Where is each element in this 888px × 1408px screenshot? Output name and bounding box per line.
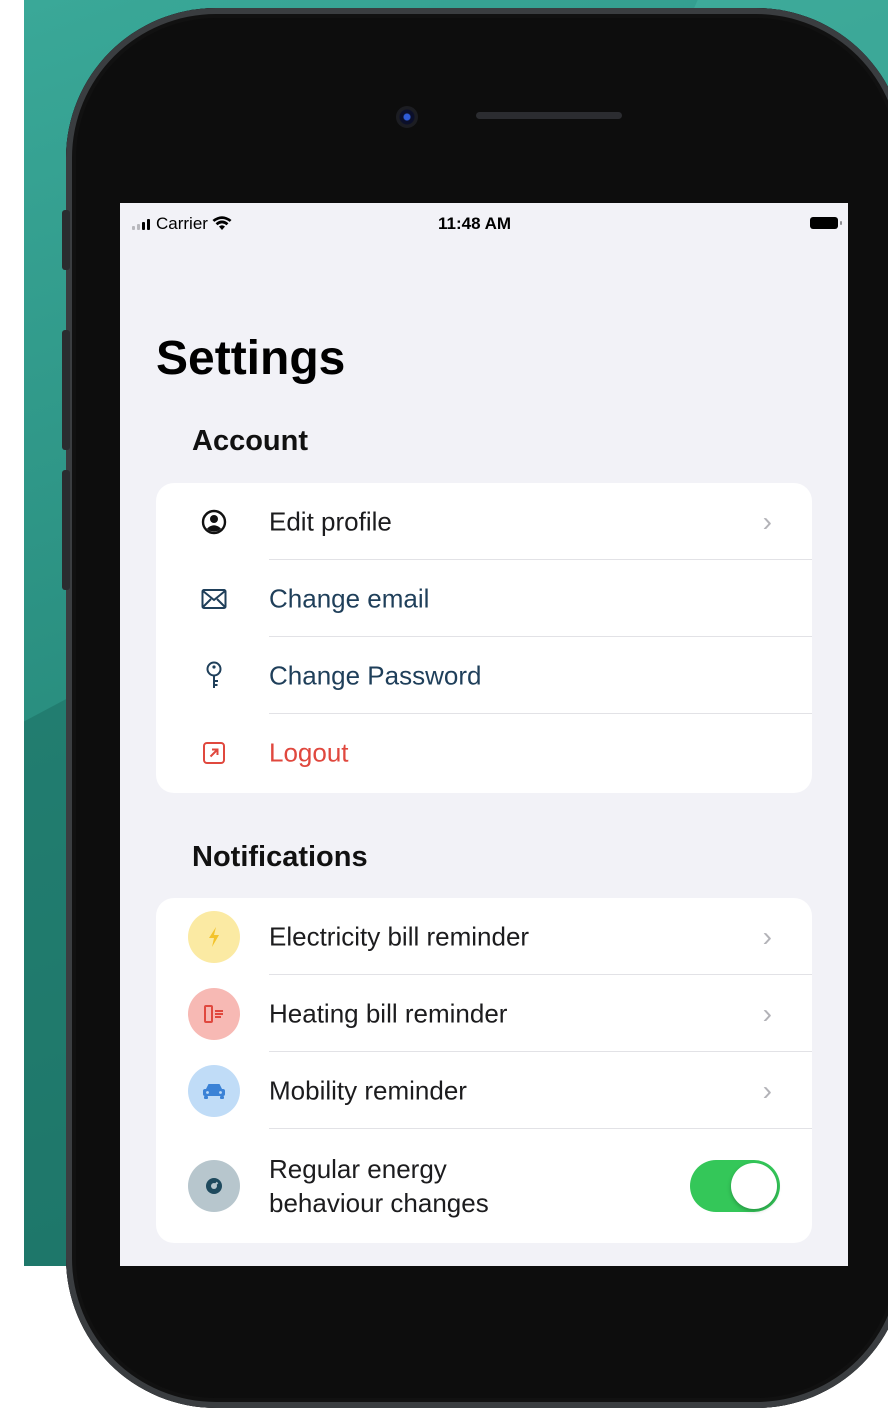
mobility-reminder-row[interactable]: Mobility reminder › — [156, 1052, 812, 1129]
change-password-label: Change Password — [269, 660, 482, 690]
car-icon — [188, 1064, 240, 1117]
energy-behaviour-toggle[interactable] — [690, 1160, 780, 1212]
chevron-right-icon: › — [762, 920, 772, 952]
chevron-right-icon: › — [762, 505, 772, 537]
energy-behaviour-row: Regular energy behaviour changes — [156, 1129, 812, 1243]
status-bar: Carrier 11:48 AM — [120, 203, 848, 243]
radiator-icon — [188, 987, 240, 1040]
change-email-row[interactable]: Change email — [156, 560, 812, 637]
signal-icon — [132, 218, 150, 230]
key-icon — [206, 661, 222, 688]
change-password-row[interactable]: Change Password — [156, 637, 812, 714]
lightning-icon — [188, 910, 240, 963]
chevron-right-icon: › — [762, 1074, 772, 1106]
front-camera — [396, 106, 418, 128]
side-button — [62, 210, 70, 270]
account-section-title: Account — [192, 425, 308, 457]
volume-down-button — [62, 470, 70, 590]
logout-label: Logout — [269, 737, 349, 767]
notifications-card: Electricity bill reminder › Heating bill… — [156, 898, 812, 1243]
wifi-icon — [212, 216, 232, 230]
toggle-knob — [731, 1163, 777, 1209]
energy-behaviour-label: Regular energy behaviour changes — [269, 1152, 489, 1220]
app-screen: Carrier 11:48 AM Settings Account Edit p… — [120, 203, 848, 1266]
electricity-reminder-label: Electricity bill reminder — [269, 921, 530, 951]
carrier-label: Carrier — [156, 214, 208, 233]
notifications-section-title: Notifications — [192, 841, 368, 873]
change-email-label: Change email — [269, 583, 430, 613]
logout-icon — [203, 741, 225, 764]
gauge-icon — [188, 1160, 240, 1212]
mobility-reminder-label: Mobility reminder — [269, 1075, 467, 1105]
chevron-right-icon: › — [762, 997, 772, 1029]
volume-up-button — [62, 330, 70, 450]
edit-profile-row[interactable]: Edit profile › — [156, 483, 812, 560]
logout-row[interactable]: Logout — [156, 714, 812, 791]
account-card: Edit profile › Change email Change Passw… — [156, 483, 812, 793]
electricity-reminder-row[interactable]: Electricity bill reminder › — [156, 898, 812, 975]
earpiece-speaker — [476, 112, 622, 119]
heating-reminder-label: Heating bill reminder — [269, 998, 508, 1028]
edit-profile-label: Edit profile — [269, 506, 392, 536]
envelope-icon — [201, 588, 227, 609]
energy-behaviour-label-line1: Regular energy — [269, 1154, 447, 1184]
page-title: Settings — [156, 332, 346, 385]
energy-behaviour-label-line2: behaviour changes — [269, 1188, 489, 1218]
battery-icon — [810, 217, 842, 229]
heating-reminder-row[interactable]: Heating bill reminder › — [156, 975, 812, 1052]
status-time: 11:48 AM — [438, 214, 512, 233]
person-circle-icon — [201, 509, 227, 534]
